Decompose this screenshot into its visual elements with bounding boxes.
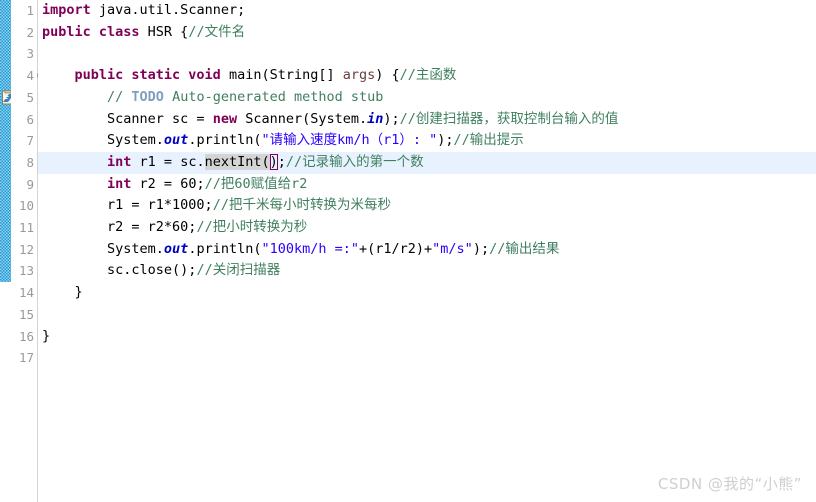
code-line[interactable]: sc.close();//关闭扫描器 — [38, 260, 816, 282]
code-line[interactable]: } — [38, 326, 816, 348]
line-number: 6 — [26, 111, 34, 127]
code-line[interactable]: public static void main(String[] args) {… — [38, 65, 816, 87]
code-token: in — [367, 110, 384, 127]
line-number: 17 — [18, 350, 34, 366]
code-token: int — [107, 175, 132, 192]
code-token: nextInt — [204, 153, 262, 170]
line-number: 14 — [18, 285, 34, 301]
code-line[interactable]: } — [38, 282, 816, 304]
code-token: .println( — [188, 240, 262, 257]
code-token: out — [163, 132, 189, 149]
code-token: //记录输入的第一个数 — [285, 153, 424, 170]
line-number: 4 — [26, 68, 34, 84]
code-token: sc.close(); — [42, 262, 197, 279]
code-token: // — [107, 88, 132, 105]
code-token: r2 = 60; — [131, 175, 205, 192]
line-number: 11 — [18, 220, 34, 235]
line-number: 2 — [26, 24, 34, 40]
code-token: //输出提示 — [453, 132, 524, 149]
code-token: "请输入速度km/h（r1）: " — [261, 132, 438, 149]
line-number: 8 — [26, 154, 34, 170]
code-token: int — [107, 153, 132, 170]
code-token: ) { — [375, 67, 400, 84]
code-token: System. — [42, 132, 164, 149]
code-token: new — [212, 110, 238, 127]
line-number: 9 — [26, 176, 34, 192]
code-token: java.util.Scanner; — [90, 2, 246, 18]
line-number: 1 — [26, 3, 34, 18]
code-token: ); — [437, 132, 454, 149]
code-line[interactable] — [38, 43, 816, 65]
code-token: r1 = sc. — [131, 153, 205, 170]
code-editor: 1 2 3 4 5 6 7 8 9 10 11 12 13 14 15 16 17 import java.ut… — [0, 0, 816, 502]
code-token: } — [42, 284, 83, 301]
code-content-area[interactable]: import java.util.Scanner; public class HS… — [38, 0, 816, 502]
code-line[interactable]: // TODO Auto-generated method stub — [38, 87, 816, 109]
code-token: args — [342, 67, 376, 84]
line-number-gutter: 1 2 3 4 5 6 7 8 9 10 11 12 13 14 15 16 17 — [11, 0, 38, 502]
line-number: 7 — [26, 133, 34, 149]
code-token: TODO — [131, 88, 164, 105]
line-number: 15 — [18, 306, 34, 322]
code-token: } — [42, 327, 51, 344]
code-line[interactable]: Scanner sc = new Scanner(System.in);//创建… — [38, 109, 816, 131]
line-number: 13 — [18, 263, 34, 279]
code-token: public class — [42, 23, 140, 40]
code-token: "m/s" — [432, 240, 473, 257]
code-line[interactable]: System.out.println("请输入速度km/h（r1）: ");//… — [38, 130, 816, 152]
line-number: 16 — [18, 328, 34, 344]
code-token: ( — [261, 153, 270, 170]
code-token: //把千米每小时转换为米每秒 — [212, 197, 391, 214]
code-line[interactable]: int r1 = sc.nextInt();//记录输入的第一个数 — [38, 151, 816, 174]
code-token: //把小时转换为秒 — [196, 219, 308, 235]
code-token: +(r1/r2)+ — [359, 240, 433, 257]
code-token: //文件名 — [188, 23, 246, 40]
csdn-watermark: CSDN @我的“小熊” — [657, 475, 802, 493]
line-number: 3 — [26, 46, 34, 62]
code-token: HSR { — [139, 23, 189, 40]
code-token: public static void — [74, 67, 221, 84]
code-token: //把60赋值给r2 — [204, 175, 308, 192]
code-token: import — [42, 2, 91, 18]
code-token: main(String[] — [220, 67, 343, 84]
code-token: //创建扫描器，获取控制台输入的值 — [399, 110, 619, 127]
code-token: "100km/h =:" — [261, 240, 360, 257]
code-token: Scanner(System. — [237, 110, 368, 127]
code-token: //主函数 — [399, 67, 457, 84]
code-token: Auto-generated method stub — [163, 88, 384, 105]
code-line[interactable]: public class HSR {//文件名 — [38, 22, 816, 44]
code-token: .println( — [188, 132, 262, 149]
code-token: r1 = r1*1000; — [42, 197, 213, 214]
code-line[interactable] — [38, 304, 816, 326]
code-line[interactable]: int r2 = 60;//把60赋值给r2 — [38, 174, 816, 196]
code-line[interactable]: import java.util.Scanner; — [38, 0, 816, 22]
code-line[interactable]: r2 = r2*60;//把小时转换为秒 — [38, 217, 816, 239]
line-number: 10 — [18, 198, 34, 214]
code-token: r2 = r2*60; — [42, 219, 197, 235]
code-token: out — [163, 240, 189, 257]
code-line[interactable] — [38, 347, 816, 369]
code-token: Scanner sc = — [42, 110, 213, 127]
code-token: ; — [277, 153, 286, 170]
code-token: System. — [42, 240, 164, 257]
line-number: 5 — [26, 89, 34, 105]
code-line[interactable]: r1 = r1*1000;//把千米每小时转换为米每秒 — [38, 195, 816, 217]
code-token: //输出结果 — [489, 240, 560, 257]
code-token: //关闭扫描器 — [196, 262, 281, 279]
line-number: 12 — [18, 241, 34, 257]
code-token: ); — [383, 110, 400, 127]
code-line[interactable]: System.out.println("100km/h =:"+(r1/r2)+… — [38, 239, 816, 261]
code-token: ); — [472, 240, 490, 257]
